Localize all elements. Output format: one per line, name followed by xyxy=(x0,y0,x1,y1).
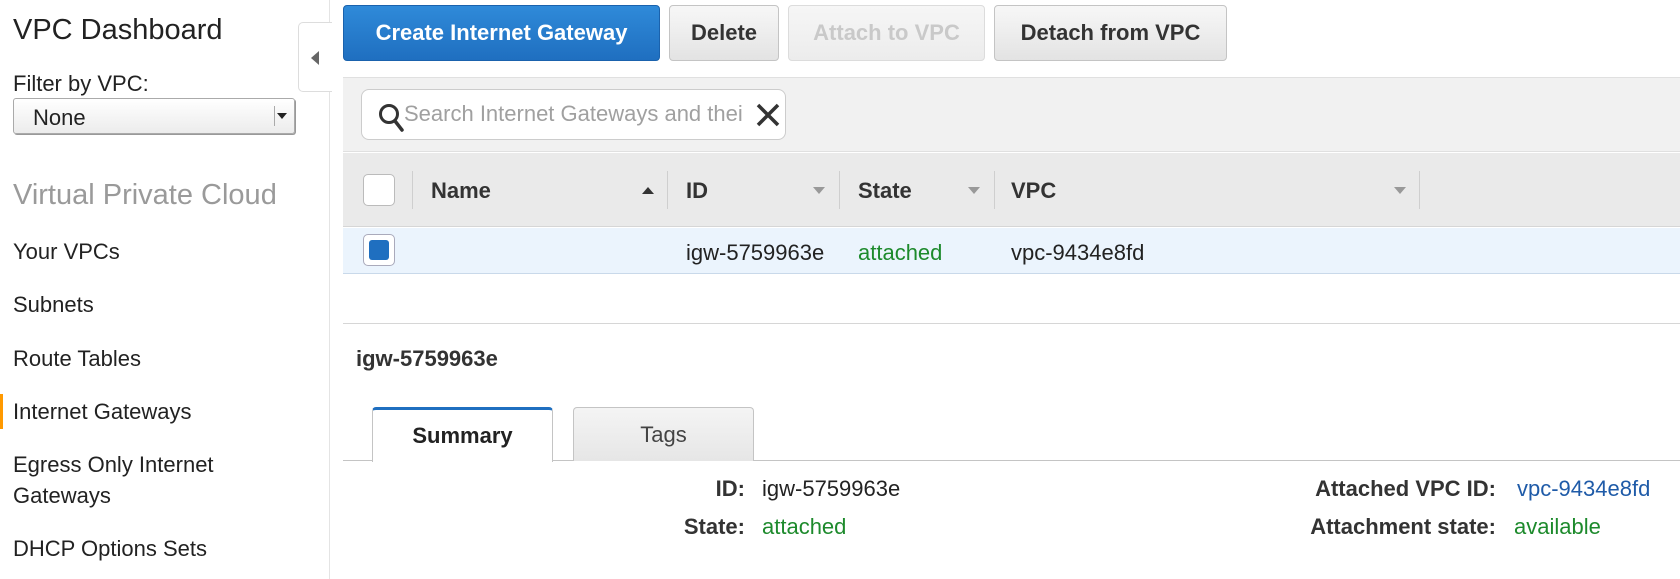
select-all-checkbox[interactable] xyxy=(363,174,395,206)
sidebar-item-your-vpcs[interactable]: Your VPCs xyxy=(13,236,303,267)
panel-divider[interactable] xyxy=(343,323,1680,324)
details-title: igw-5759963e xyxy=(356,346,498,371)
filter-by-vpc-value: None xyxy=(33,105,86,130)
search-icon xyxy=(379,104,404,132)
column-separator xyxy=(1419,171,1420,209)
detail-state-label: State: xyxy=(683,514,745,539)
chevron-down-icon xyxy=(274,106,288,126)
detail-attachment-state-label: Attachment state: xyxy=(1310,514,1496,539)
delete-button[interactable]: Delete xyxy=(669,5,779,61)
column-header-state[interactable]: State xyxy=(858,178,912,204)
column-separator xyxy=(839,171,840,209)
detail-attached-vpc-link[interactable]: vpc-9434e8fd xyxy=(1517,476,1650,502)
cell-vpc: vpc-9434e8fd xyxy=(1011,240,1145,265)
detail-attached-vpc-label: Attached VPC ID: xyxy=(1315,476,1496,501)
create-internet-gateway-button[interactable]: Create Internet Gateway xyxy=(343,5,660,61)
detail-id-label: ID: xyxy=(715,476,745,501)
tab-tags[interactable]: Tags xyxy=(573,407,754,461)
search-input[interactable] xyxy=(404,99,744,129)
search-bar xyxy=(343,77,1680,152)
sort-ascending-icon[interactable] xyxy=(642,187,654,194)
sort-dropdown-icon[interactable] xyxy=(968,187,980,194)
detail-attachment-state-value: available xyxy=(1514,514,1601,539)
sidebar-item-subnets[interactable]: Subnets xyxy=(13,289,303,320)
sidebar-item-route-tables[interactable]: Route Tables xyxy=(13,343,303,374)
column-header-name[interactable]: Name xyxy=(431,178,491,204)
sidebar-item-internet-gateways[interactable]: Internet Gateways xyxy=(0,394,303,429)
filter-by-vpc-label: Filter by VPC: xyxy=(13,71,149,96)
sidebar: VPC Dashboard Filter by VPC: None Virtua… xyxy=(0,0,330,579)
sidebar-item-egress-only-internet-gateways[interactable]: Egress Only Internet Gateways xyxy=(13,449,273,511)
sidebar-item-dhcp-options-sets[interactable]: DHCP Options Sets xyxy=(13,533,303,564)
sort-dropdown-icon[interactable] xyxy=(1394,187,1406,194)
column-header-id[interactable]: ID xyxy=(686,178,708,204)
detach-from-vpc-button[interactable]: Detach from VPC xyxy=(994,5,1227,61)
column-separator xyxy=(667,171,668,209)
tab-summary[interactable]: Summary xyxy=(372,407,553,462)
cell-id: igw-5759963e xyxy=(686,240,825,265)
detail-state-value: attached xyxy=(762,514,847,539)
attach-to-vpc-button[interactable]: Attach to VPC xyxy=(788,5,985,61)
close-icon[interactable] xyxy=(755,102,781,128)
table-header: Name ID State VPC xyxy=(343,153,1680,227)
column-separator xyxy=(994,171,995,209)
cell-state: attached xyxy=(858,240,943,265)
collapse-sidebar-button[interactable] xyxy=(298,22,332,92)
row-checkbox[interactable] xyxy=(363,234,395,266)
column-separator xyxy=(412,171,413,209)
table-row[interactable]: igw-5759963e attached vpc-9434e8fd xyxy=(343,228,1680,274)
sidebar-title[interactable]: VPC Dashboard xyxy=(13,14,223,47)
filter-by-vpc-select[interactable]: None xyxy=(13,98,295,134)
sidebar-section-title: Virtual Private Cloud xyxy=(13,179,277,211)
detail-id-value: igw-5759963e xyxy=(762,476,901,501)
column-header-vpc[interactable]: VPC xyxy=(1011,178,1056,204)
search-box[interactable] xyxy=(361,89,786,140)
sort-dropdown-icon[interactable] xyxy=(813,187,825,194)
